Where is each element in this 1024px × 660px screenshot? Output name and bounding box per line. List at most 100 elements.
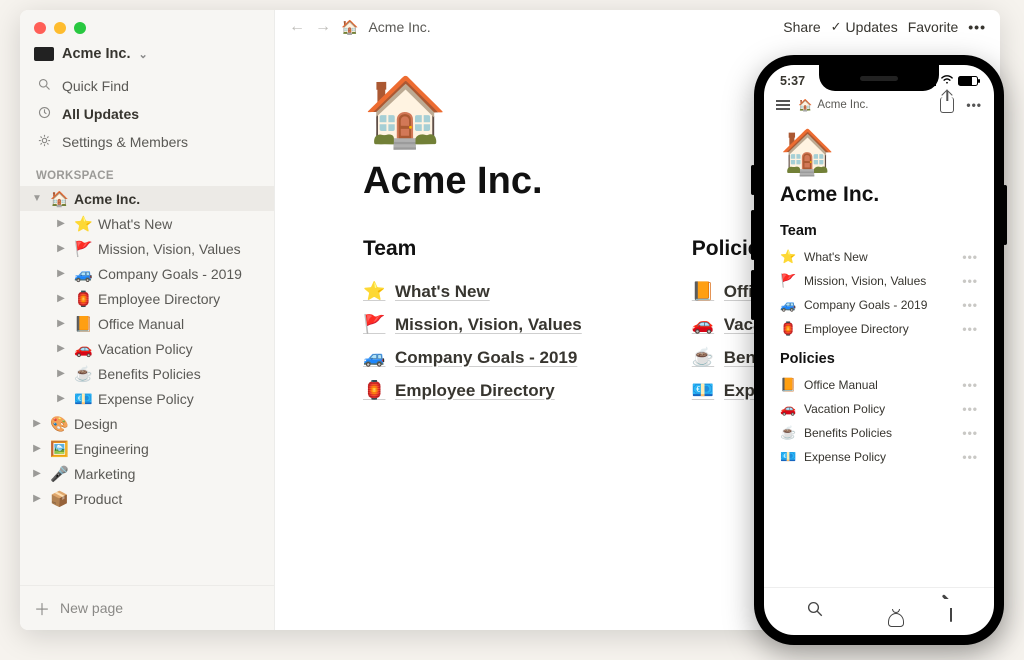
disclosure-triangle-icon[interactable]: ▶ (54, 243, 68, 254)
mobile-page-link-mission-vision-values[interactable]: 🚩Mission, Vision, Values••• (780, 269, 978, 293)
mobile-page-link-what-s-new[interactable]: ⭐What's New••• (780, 245, 978, 269)
workspace-switcher[interactable]: Acme Inc. ⌄ (20, 42, 274, 72)
compose-icon (950, 600, 952, 622)
mobile-page-link-company-goals-2019[interactable]: 🚙Company Goals - 2019••• (780, 293, 978, 317)
disclosure-triangle-icon[interactable]: ▶ (54, 368, 68, 379)
workspace-name: Acme Inc. (62, 46, 131, 62)
fullscreen-window-button[interactable] (74, 22, 86, 34)
item-more-icon[interactable]: ••• (962, 450, 978, 464)
sidebar-item-label: Engineering (74, 441, 264, 457)
quick-find-button[interactable]: Quick Find (20, 72, 274, 100)
mobile-breadcrumb-label: Acme Inc. (817, 99, 868, 111)
item-more-icon[interactable]: ••• (962, 274, 978, 288)
mobile-page-link-expense-policy[interactable]: 💶Expense Policy••• (780, 445, 978, 469)
menu-button[interactable] (776, 100, 790, 110)
all-updates-button[interactable]: All Updates (20, 100, 274, 128)
mobile-page-icon[interactable]: 🏠 (780, 131, 978, 175)
sidebar-item-company-goals-2019[interactable]: ▶🚙Company Goals - 2019 (20, 261, 274, 286)
forward-button[interactable]: → (315, 18, 331, 36)
sidebar-item-engineering[interactable]: ▶ 🖼️ Engineering (20, 436, 274, 461)
page-emoji-icon: ⭐ (363, 281, 385, 302)
mobile-tab-bar (764, 587, 994, 635)
page-emoji-icon: 🖼️ (50, 440, 68, 458)
item-more-icon[interactable]: ••• (962, 402, 978, 416)
section-heading[interactable]: Team (363, 237, 582, 261)
mobile-page-link-label: What's New (804, 250, 868, 264)
item-more-icon[interactable]: ••• (962, 250, 978, 264)
breadcrumb[interactable]: Acme Inc. (368, 19, 430, 35)
sidebar-item-benefits-policies[interactable]: ▶☕Benefits Policies (20, 361, 274, 386)
mobile-page-content: 🏠 Acme Inc. Team⭐What's New•••🚩Mission, … (764, 119, 994, 587)
search-tab[interactable] (806, 600, 824, 623)
disclosure-triangle-icon[interactable]: ▶ (30, 468, 44, 479)
phone-volume-up (751, 210, 755, 260)
page-emoji-icon: 🚙 (74, 265, 92, 283)
sidebar-item-expense-policy[interactable]: ▶💶Expense Policy (20, 386, 274, 411)
sidebar-item-office-manual[interactable]: ▶📙Office Manual (20, 311, 274, 336)
more-menu-button[interactable]: ••• (968, 19, 986, 35)
sidebar-item-acme-inc-[interactable]: ▼🏠Acme Inc. (20, 186, 274, 211)
favorite-button[interactable]: Favorite (908, 19, 959, 35)
disclosure-triangle-icon[interactable]: ▶ (54, 218, 68, 229)
minimize-window-button[interactable] (54, 22, 66, 34)
page-link-employee-directory[interactable]: 🏮Employee Directory (363, 374, 582, 407)
disclosure-triangle-icon[interactable]: ▼ (30, 193, 44, 204)
close-window-button[interactable] (34, 22, 46, 34)
page-emoji-icon: 📦 (50, 490, 68, 508)
page-link-label: Mission, Vision, Values (395, 315, 582, 335)
back-button[interactable]: ← (289, 18, 305, 36)
sidebar-item-design[interactable]: ▶🎨Design (20, 411, 274, 436)
disclosure-triangle-icon[interactable]: ▶ (54, 293, 68, 304)
page-emoji-icon: 🎤 (50, 465, 68, 483)
mobile-breadcrumb[interactable]: 🏠 Acme Inc. (798, 98, 868, 112)
item-more-icon[interactable]: ••• (962, 298, 978, 312)
sidebar-item-mission-vision-values[interactable]: ▶🚩Mission, Vision, Values (20, 236, 274, 261)
disclosure-triangle-icon[interactable]: ▶ (54, 393, 68, 404)
sidebar-item-employee-directory[interactable]: ▶🏮Employee Directory (20, 286, 274, 311)
share-button[interactable]: Share (783, 19, 820, 35)
clock-icon (36, 105, 52, 123)
disclosure-triangle-icon[interactable]: ▶ (30, 493, 44, 504)
phone-volume-down (751, 270, 755, 320)
checkmark-icon: ✓ (831, 19, 842, 35)
disclosure-triangle-icon[interactable]: ▶ (54, 268, 68, 279)
sidebar-item-vacation-policy[interactable]: ▶🚗Vacation Policy (20, 336, 274, 361)
page-link-company-goals-2019[interactable]: 🚙Company Goals - 2019 (363, 341, 582, 374)
sidebar-item-what-s-new[interactable]: ▶⭐What's New (20, 211, 274, 236)
mobile-page-link-label: Expense Policy (804, 450, 886, 464)
page-link-mission-vision-values[interactable]: 🚩Mission, Vision, Values (363, 308, 582, 341)
mobile-page-link-label: Office Manual (804, 378, 878, 392)
mobile-section-heading[interactable]: Team (780, 223, 978, 239)
sidebar-item-marketing[interactable]: ▶🎤Marketing (20, 461, 274, 486)
disclosure-triangle-icon[interactable]: ▶ (30, 443, 44, 454)
sidebar-item-product[interactable]: ▶ 📦 Product (20, 486, 274, 511)
page-emoji-icon: 🏮 (363, 380, 385, 401)
mobile-page-link-vacation-policy[interactable]: 🚗Vacation Policy••• (780, 397, 978, 421)
disclosure-triangle-icon[interactable]: ▶ (54, 318, 68, 329)
mobile-page-link-employee-directory[interactable]: 🏮Employee Directory••• (780, 317, 978, 341)
page-emoji-icon: 🚩 (780, 273, 796, 289)
page-link-what-s-new[interactable]: ⭐ What's New (363, 275, 582, 308)
item-more-icon[interactable]: ••• (962, 322, 978, 336)
page-link-label: What's New (395, 282, 490, 302)
item-more-icon[interactable]: ••• (962, 378, 978, 392)
sidebar-item-label: Product (74, 491, 264, 507)
mobile-page-link-office-manual[interactable]: 📙Office Manual••• (780, 373, 978, 397)
mobile-section-heading[interactable]: Policies (780, 351, 978, 367)
compose-tab[interactable] (950, 601, 952, 622)
page-emoji-icon: 🚗 (780, 401, 796, 417)
mobile-page-link-benefits-policies[interactable]: ☕Benefits Policies••• (780, 421, 978, 445)
updates-button[interactable]: ✓ Updates (831, 19, 898, 35)
more-menu-button[interactable]: ••• (966, 98, 982, 112)
disclosure-triangle-icon[interactable]: ▶ (30, 418, 44, 429)
mobile-page-title[interactable]: Acme Inc. (780, 183, 978, 207)
sidebar: Acme Inc. ⌄ Quick Find All Updates Setti… (20, 10, 275, 630)
page-emoji-icon: ⭐ (74, 215, 92, 233)
new-page-button[interactable]: ＋ New page (20, 585, 274, 630)
workspace-logo-icon (34, 47, 54, 61)
share-icon[interactable] (940, 97, 954, 113)
item-more-icon[interactable]: ••• (962, 426, 978, 440)
disclosure-triangle-icon[interactable]: ▶ (54, 343, 68, 354)
settings-members-button[interactable]: Settings & Members (20, 128, 274, 156)
page-emoji-icon: ☕ (692, 347, 714, 368)
